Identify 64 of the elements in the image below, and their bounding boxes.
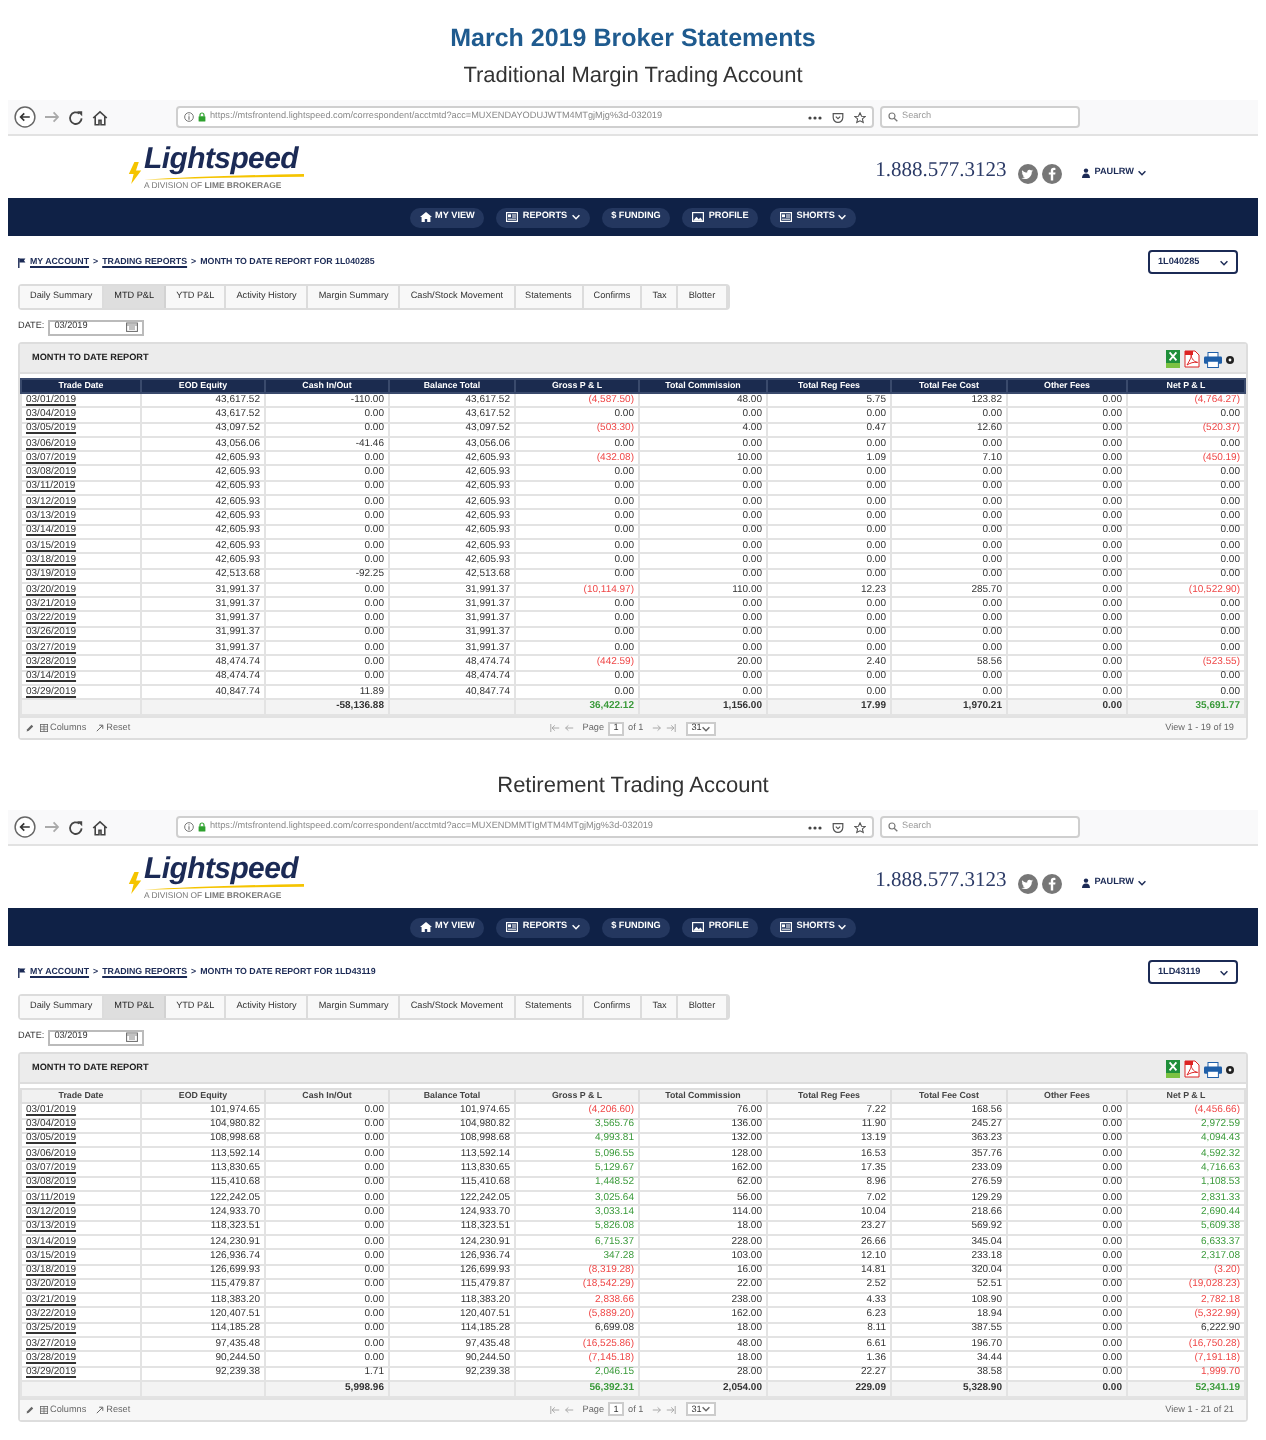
calendar-icon[interactable] — [126, 1032, 139, 1043]
lightning-icon — [128, 162, 142, 185]
arrow-icon — [96, 724, 105, 733]
reload-icon[interactable] — [68, 109, 84, 125]
printer-icon[interactable] — [1204, 1061, 1222, 1078]
caret-icon — [1138, 170, 1146, 176]
caret-icon — [701, 1406, 710, 1413]
home-icon[interactable] — [92, 819, 108, 836]
arrow-icon — [96, 1405, 105, 1414]
section-heading: Traditional Margin Trading Account — [463, 65, 803, 87]
settings-icon[interactable] — [1226, 1065, 1234, 1074]
shield-icon[interactable] — [832, 821, 844, 834]
caret-icon — [1220, 259, 1228, 265]
logo-text: Lightspeed — [144, 854, 299, 885]
caret-icon — [1220, 969, 1228, 976]
star-icon[interactable] — [854, 111, 866, 123]
info-icon[interactable] — [184, 112, 194, 122]
logo-text: Lightspeed — [144, 143, 299, 174]
excel-icon[interactable] — [1166, 349, 1180, 367]
picture-icon — [692, 212, 705, 222]
user-icon — [1082, 878, 1091, 889]
twitter-icon[interactable] — [1018, 163, 1039, 183]
home-icon[interactable] — [92, 109, 108, 125]
caret-icon — [1138, 880, 1146, 887]
grid-icon — [40, 724, 48, 733]
picture-icon — [692, 922, 705, 933]
card-icon — [780, 922, 793, 933]
lock-icon — [198, 822, 206, 833]
grid-icon — [40, 1405, 48, 1414]
phone-number: 1.888.577.3123 — [875, 162, 1007, 184]
facebook-icon[interactable] — [1042, 873, 1063, 894]
shield-icon[interactable] — [832, 111, 844, 123]
excel-icon[interactable] — [1166, 1059, 1180, 1078]
reload-icon[interactable] — [68, 819, 84, 836]
back-icon[interactable] — [14, 816, 36, 839]
flag-icon — [18, 967, 26, 978]
back-icon[interactable] — [14, 106, 36, 128]
facebook-icon[interactable] — [1042, 163, 1063, 183]
search-icon — [888, 822, 898, 833]
phone-number: 1.888.577.3123 — [875, 872, 1007, 894]
calendar-icon[interactable] — [126, 322, 139, 332]
user-icon — [1082, 168, 1091, 178]
printer-icon[interactable] — [1204, 351, 1222, 367]
card-icon — [506, 922, 519, 933]
section-heading: Retirement Trading Account — [497, 775, 769, 798]
lightning-icon — [128, 872, 142, 895]
twitter-icon[interactable] — [1018, 873, 1039, 894]
settings-icon[interactable] — [1226, 355, 1234, 363]
card-icon — [780, 212, 793, 222]
pdf-icon[interactable] — [1184, 1059, 1200, 1078]
pencil-icon[interactable] — [26, 724, 34, 733]
flag-icon — [18, 257, 26, 267]
page-title: March 2019 Broker Statements — [450, 25, 816, 50]
caret-icon — [701, 725, 710, 732]
home-icon — [419, 212, 432, 222]
lock-icon — [198, 112, 206, 122]
pdf-icon[interactable] — [1184, 349, 1200, 367]
star-icon[interactable] — [854, 821, 866, 834]
more-icon[interactable] — [808, 825, 822, 830]
info-icon[interactable] — [184, 822, 194, 833]
card-icon — [506, 212, 519, 222]
home-icon — [419, 922, 432, 933]
search-icon — [888, 112, 898, 122]
pencil-icon[interactable] — [26, 1405, 34, 1414]
